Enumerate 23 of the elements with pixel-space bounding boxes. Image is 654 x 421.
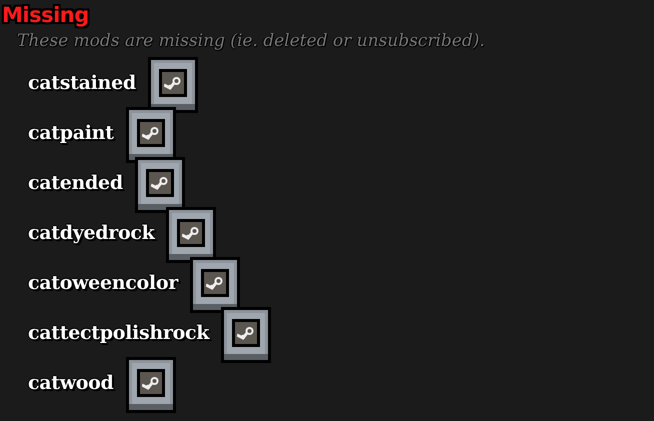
mod-name: catpaint xyxy=(28,122,114,144)
steam-icon xyxy=(150,176,169,190)
workshop-button[interactable] xyxy=(126,106,176,162)
workshop-button[interactable] xyxy=(190,256,240,312)
section-title: Missing xyxy=(2,2,89,28)
mod-name: catdyedrock xyxy=(28,222,154,244)
steam-icon xyxy=(237,326,256,340)
mod-name: catstained xyxy=(28,72,136,94)
mod-name: cattectpolishrock xyxy=(28,322,210,344)
mod-name: catoweencolor xyxy=(28,272,178,294)
workshop-button[interactable] xyxy=(148,56,198,112)
mod-name: catended xyxy=(28,172,123,194)
steam-icon xyxy=(142,126,160,140)
mod-name: catwood xyxy=(28,372,114,394)
steam-icon xyxy=(182,226,200,240)
steam-icon xyxy=(164,76,182,90)
workshop-button[interactable] xyxy=(221,306,272,362)
workshop-button[interactable] xyxy=(134,156,185,212)
workshop-button[interactable] xyxy=(126,356,176,412)
steam-icon xyxy=(142,376,160,390)
workshop-button[interactable] xyxy=(166,206,216,262)
steam-icon xyxy=(206,276,224,290)
section-description: These mods are missing (ie. deleted or unsubscribed). xyxy=(17,30,485,52)
